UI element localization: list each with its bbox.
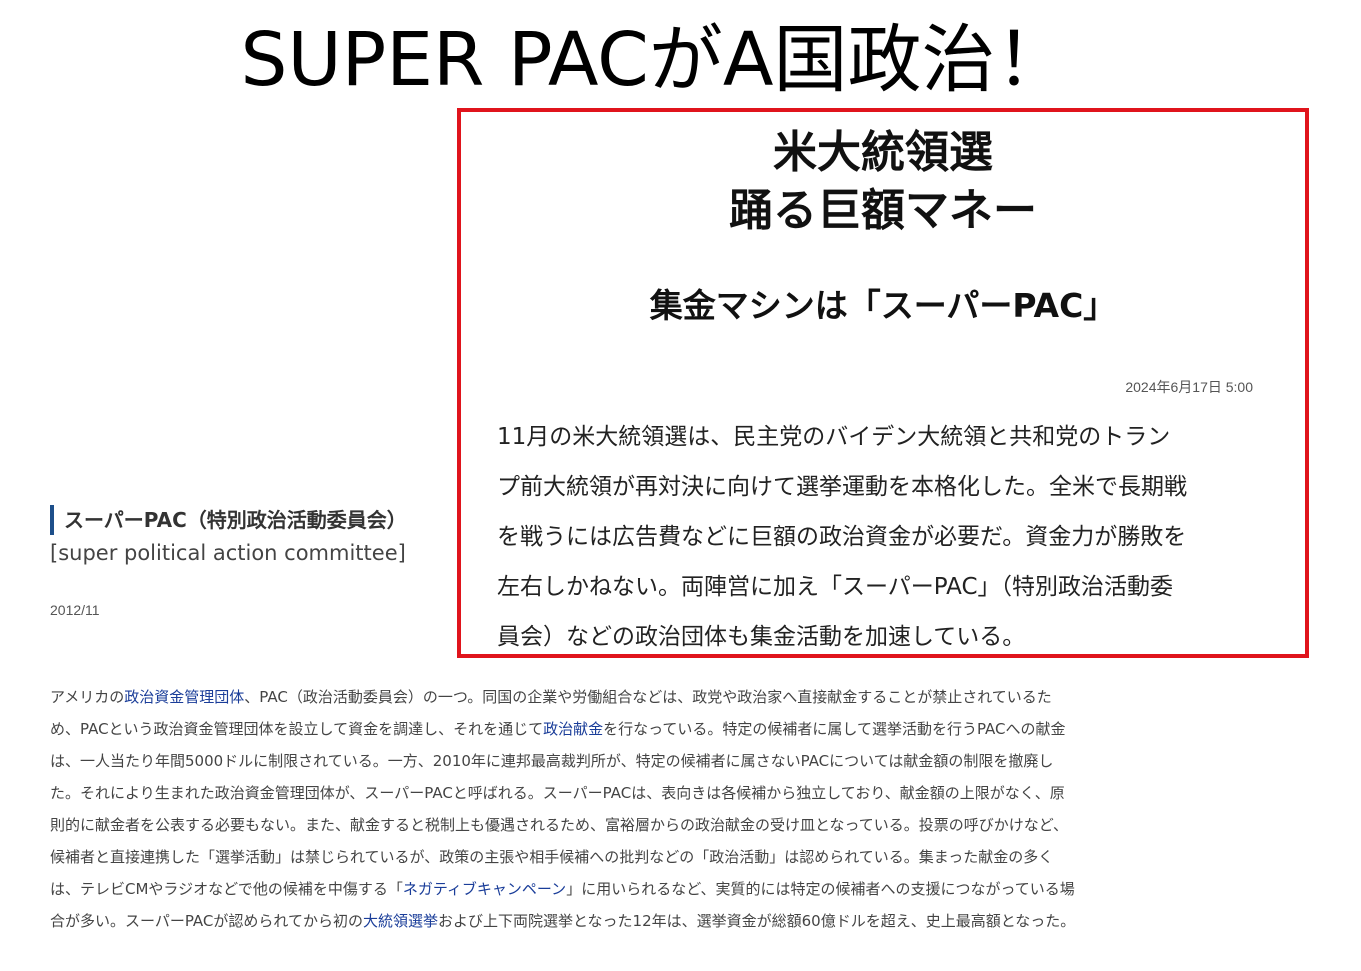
main-title: SUPER PACがA国政治！ bbox=[240, 17, 1070, 103]
headline-line-1: 米大統領選 bbox=[773, 127, 993, 178]
link-political-donation[interactable]: 政治献金 bbox=[543, 720, 603, 738]
headline-line-2: 踊る巨額マネー bbox=[729, 185, 1037, 236]
link-presidential-election[interactable]: 大統領選挙 bbox=[363, 912, 438, 930]
link-negative-campaign[interactable]: ネガティブキャンペーン bbox=[403, 880, 566, 898]
glossary-text: め、PACという政治資金管理団体を設立して資金を調達し、それを通じて bbox=[50, 720, 544, 738]
glossary-text: および上下両院選挙となった12年は、選挙資金が総額60億ドルを超え、史上最高額と… bbox=[437, 912, 1076, 930]
glossary-text: 合が多い。スーパーPACが認められてから初の bbox=[50, 912, 363, 930]
glossary-line: 合が多い。スーパーPACが認められてから初の大統領選挙および上下両院選挙となった… bbox=[50, 905, 1170, 937]
glossary-line: 候補者と直接連携した「選挙活動」は禁じられているが、政策の主張や相手候補への批判… bbox=[50, 848, 1054, 866]
glossary-line: は、テレビCMやラジオなどで他の候補を中傷する「ネガティブキャンペーン」に用いら… bbox=[50, 873, 1170, 905]
glossary-line: め、PACという政治資金管理団体を設立して資金を調達し、それを通じて政治献金を行… bbox=[50, 713, 1170, 745]
glossary-text: アメリカの bbox=[50, 688, 125, 706]
glossary-line: は、一人当たり年間5000ドルに制限されている。一方、2010年に連邦最高裁判所… bbox=[50, 752, 1054, 770]
article-body-line: を戦うには広告費などに巨額の政治資金が必要だ。資金力が勝敗を bbox=[497, 524, 1187, 550]
article-body-line: 左右しかねない。両陣営に加え「スーパーPAC」（特別政治活動委 bbox=[497, 574, 1174, 600]
glossary-term-heading: スーパーPAC（特別政治活動委員会） bbox=[50, 505, 407, 535]
glossary-body: アメリカの政治資金管理団体、PAC（政治活動委員会）の一つ。同国の企業や労働組合… bbox=[50, 681, 1170, 937]
glossary-text: 」に用いられるなど、実質的には特定の候補者への支援につながっている場 bbox=[566, 880, 1075, 898]
link-political-fund-org[interactable]: 政治資金管理団体 bbox=[124, 688, 244, 706]
glossary-line: アメリカの政治資金管理団体、PAC（政治活動委員会）の一つ。同国の企業や労働組合… bbox=[50, 681, 1170, 713]
article-subhead: 集金マシンは「スーパーPAC」 bbox=[649, 286, 1117, 325]
glossary-text: を行なっている。特定の候補者に属して選挙活動を行うPACへの献金 bbox=[603, 720, 1066, 738]
article-body-line: 員会）などの政治団体も集金活動を加速している。 bbox=[497, 624, 1026, 650]
article-body-line: プ前大統領が再対決に向けて選挙運動を本格化した。全米で長期戦 bbox=[497, 474, 1187, 500]
article-body: 11月の米大統領選は、民主党のバイデン大統領と共和党のトラン プ前大統領が再対決… bbox=[497, 412, 1267, 662]
article-date: 2024年6月17日 5:00 bbox=[1125, 379, 1253, 395]
article-headline: 米大統領選 踊る巨額マネー bbox=[461, 124, 1305, 240]
article-body-line: 11月の米大統領選は、民主党のバイデン大統領と共和党のトラン bbox=[497, 424, 1171, 450]
glossary-text: 、PAC（政治活動委員会）の一つ。同国の企業や労働組合などは、政党や政治家へ直接… bbox=[244, 688, 1052, 706]
glossary-date: 2012/11 bbox=[50, 602, 100, 618]
glossary-line: た。それにより生まれた政治資金管理団体が、スーパーPACと呼ばれる。スーパーPA… bbox=[50, 784, 1065, 802]
glossary-reading: [super political action committee] bbox=[50, 541, 406, 565]
glossary-line: 則的に献金者を公表する必要もない。また、献金すると税制上も優遇されるため、富裕層… bbox=[50, 816, 1069, 834]
glossary-text: は、テレビCMやラジオなどで他の候補を中傷する「 bbox=[50, 880, 403, 898]
article-highlight-box: 米大統領選 踊る巨額マネー 集金マシンは「スーパーPAC」 2024年6月17日… bbox=[457, 108, 1309, 658]
